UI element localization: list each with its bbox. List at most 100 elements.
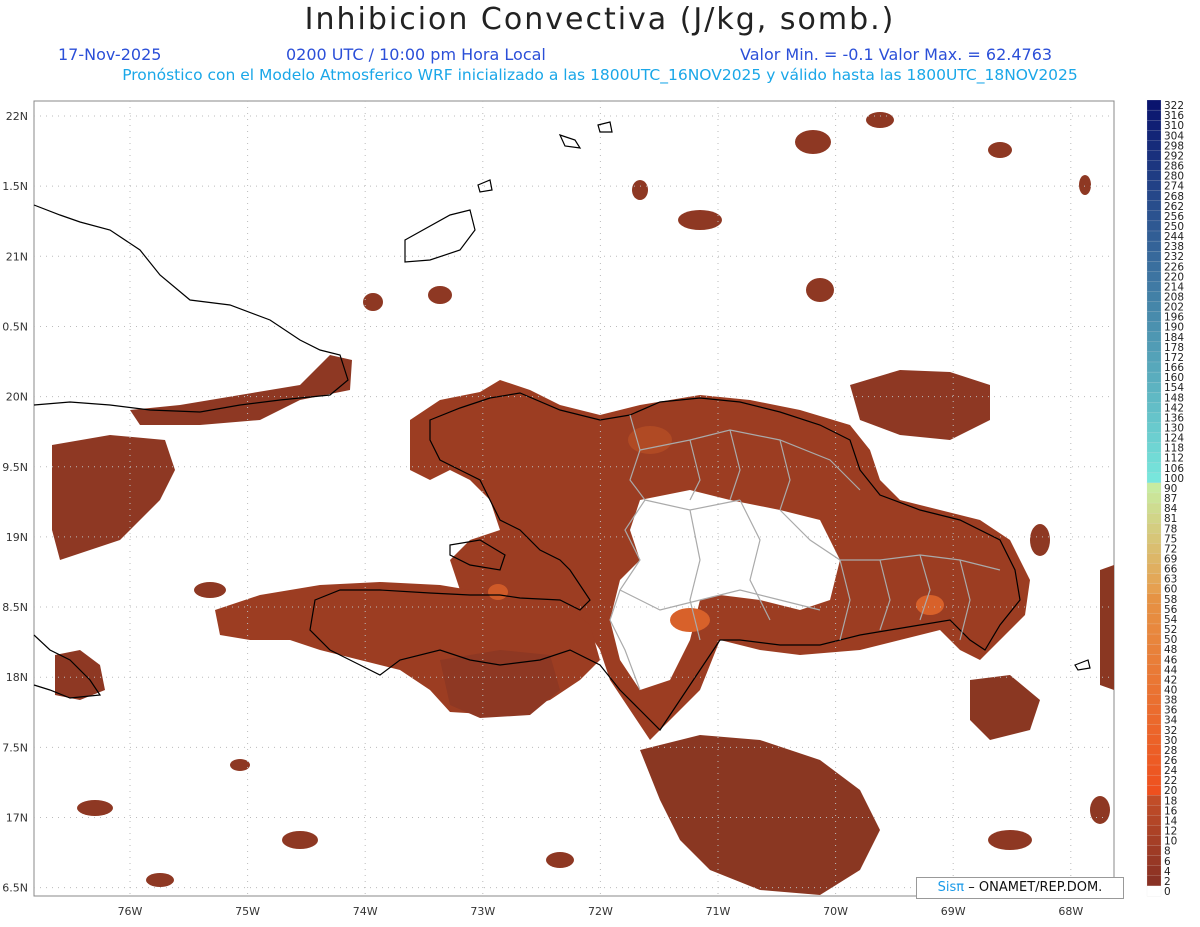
colorbar-swatch bbox=[1146, 492, 1162, 504]
lat-tick-label: 1.5N bbox=[2, 180, 28, 193]
colorbar-swatch bbox=[1146, 200, 1162, 212]
colorbar-swatch bbox=[1146, 523, 1162, 534]
colorbar-label: 0 bbox=[1164, 886, 1171, 898]
shade-se-bands bbox=[640, 735, 880, 895]
credit-badge: Sisπ – ONAMET/REP.DOM. bbox=[916, 877, 1124, 899]
lon-tick-label: 70W bbox=[823, 905, 848, 918]
lon-tick-label: 73W bbox=[470, 905, 495, 918]
colorbar-swatch bbox=[1146, 452, 1162, 464]
coast-island-ne bbox=[404, 209, 476, 263]
coast-island-small-2 bbox=[597, 121, 613, 133]
colorbar-swatch bbox=[1146, 654, 1162, 665]
lon-tick-label: 72W bbox=[588, 905, 613, 918]
lat-tick-label: 0.5N bbox=[2, 320, 28, 333]
colorbar-swatch bbox=[1146, 220, 1162, 232]
hot-spot-1 bbox=[670, 608, 710, 632]
shade-east-south bbox=[970, 675, 1040, 740]
colorbar-swatch bbox=[1146, 130, 1162, 141]
colorbar-swatch bbox=[1146, 412, 1162, 423]
blob bbox=[194, 582, 226, 598]
shade-northeast-blob bbox=[850, 370, 990, 440]
lon-tick-label: 74W bbox=[353, 905, 378, 918]
blob bbox=[363, 293, 383, 311]
lat-tick-label: 21N bbox=[6, 250, 28, 263]
colorbar-swatch bbox=[1146, 633, 1162, 645]
colorbar-swatch bbox=[1146, 744, 1162, 756]
colorbar-swatch bbox=[1146, 291, 1162, 302]
colorbar: 3223163103042982922862802742682622562502… bbox=[1146, 100, 1184, 898]
lat-tick-label: 17N bbox=[6, 812, 28, 825]
colorbar-swatch bbox=[1146, 724, 1162, 736]
colorbar-swatch bbox=[1146, 815, 1162, 826]
colorbar-swatch bbox=[1146, 311, 1162, 323]
colorbar-swatch bbox=[1146, 321, 1162, 333]
coast-island-small-1 bbox=[558, 133, 582, 149]
coast-cuba bbox=[33, 204, 349, 413]
colorbar-swatch bbox=[1146, 442, 1162, 454]
colorbar-swatch bbox=[1146, 251, 1162, 262]
blob bbox=[428, 286, 452, 304]
colorbar-swatch bbox=[1146, 160, 1162, 171]
blob bbox=[795, 130, 831, 154]
lon-tick-label: 75W bbox=[235, 905, 260, 918]
hot-spot-2 bbox=[916, 595, 944, 615]
shade-east-strip bbox=[1100, 565, 1114, 690]
colorbar-swatch bbox=[1146, 674, 1162, 685]
shade-west-blob bbox=[52, 435, 175, 560]
blob bbox=[77, 800, 113, 816]
colorbar-swatch bbox=[1146, 865, 1162, 877]
colorbar-swatch bbox=[1146, 371, 1162, 383]
colorbar-swatch bbox=[1146, 774, 1162, 786]
colorbar-swatch bbox=[1146, 180, 1162, 192]
colorbar-swatch bbox=[1146, 764, 1162, 776]
coast-island-small-4 bbox=[1074, 659, 1091, 671]
colorbar-swatch bbox=[1146, 462, 1162, 474]
colorbar-swatch bbox=[1146, 835, 1162, 847]
colorbar-swatch bbox=[1146, 543, 1162, 554]
shade-south-central bbox=[440, 650, 560, 718]
colorbar-swatch bbox=[1146, 382, 1162, 393]
colorbar-swatch bbox=[1146, 513, 1162, 524]
colorbar-swatch bbox=[1146, 230, 1162, 242]
colorbar-swatch bbox=[1146, 140, 1162, 151]
colorbar-swatch bbox=[1146, 331, 1162, 343]
lat-tick-label: 7.5N bbox=[2, 741, 28, 754]
lat-tick-label: 18N bbox=[6, 671, 28, 684]
colorbar-swatch bbox=[1146, 402, 1162, 413]
colorbar-swatch bbox=[1146, 694, 1162, 705]
blob bbox=[632, 180, 648, 200]
colorbar-swatch bbox=[1146, 613, 1162, 625]
colorbar-swatch bbox=[1146, 795, 1162, 806]
colorbar-swatch bbox=[1146, 734, 1162, 746]
colorbar-swatch bbox=[1146, 240, 1162, 252]
colorbar-swatch bbox=[1146, 573, 1162, 585]
blob bbox=[866, 112, 894, 128]
hot-spot-3 bbox=[488, 584, 508, 600]
credit-brand: Sisπ bbox=[937, 880, 965, 895]
blob bbox=[146, 873, 174, 887]
map-canvas: 76W 75W 74W 73W 72W 71W 70W 69W 68W 22N 1.5N 21N 0.5… bbox=[2, 100, 1115, 918]
lon-tick-label: 68W bbox=[1058, 905, 1083, 918]
colorbar-swatch bbox=[1146, 170, 1162, 182]
lat-tick-label: 20N bbox=[6, 391, 28, 404]
blob bbox=[1079, 175, 1091, 195]
colorbar-swatch bbox=[1146, 845, 1162, 857]
colorbar-swatch bbox=[1146, 855, 1162, 867]
colorbar-swatch bbox=[1146, 593, 1162, 605]
colorbar-swatch bbox=[1146, 301, 1162, 312]
shade-cuba-strip bbox=[130, 355, 352, 425]
blob bbox=[1030, 524, 1050, 556]
lat-tick-label: 19N bbox=[6, 531, 28, 544]
blob bbox=[230, 759, 250, 771]
colorbar-swatch bbox=[1146, 583, 1162, 595]
colorbar-swatch bbox=[1146, 120, 1162, 131]
colorbar-swatch bbox=[1146, 482, 1162, 494]
colorbar-swatch bbox=[1146, 150, 1162, 161]
lon-tick-label: 76W bbox=[118, 905, 143, 918]
colorbar-swatch bbox=[1146, 664, 1162, 675]
colorbar-swatch bbox=[1146, 351, 1162, 363]
colorbar-swatch bbox=[1146, 271, 1162, 282]
blob bbox=[988, 830, 1032, 850]
colorbar-swatch bbox=[1146, 885, 1162, 897]
colorbar-swatch bbox=[1146, 109, 1162, 121]
